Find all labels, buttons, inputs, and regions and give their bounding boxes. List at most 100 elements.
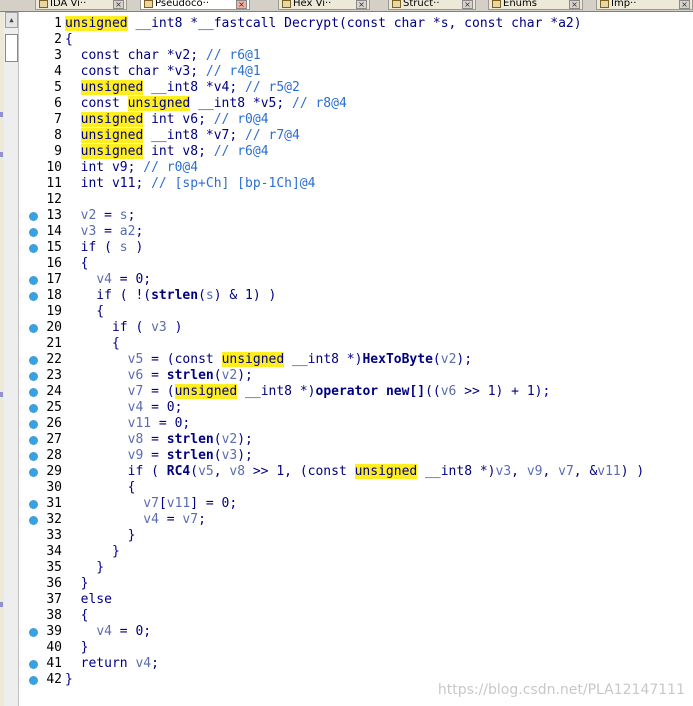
code-line[interactable]: 36 }: [20, 576, 693, 592]
code-line[interactable]: 5 unsigned __int8 *v4; // r5@2: [20, 80, 693, 96]
tab-hex-view[interactable]: Hex Vi·· ×: [278, 0, 370, 10]
code-line[interactable]: 4 const char *v3; // r4@1: [20, 64, 693, 80]
breakpoint-dot-icon[interactable]: [29, 660, 38, 669]
code-line[interactable]: 27 v8 = strlen(v2);: [20, 432, 693, 448]
tab-pseudocode[interactable]: Pseudoco·· ×: [140, 0, 250, 10]
code-line[interactable]: 15 if ( s ): [20, 240, 693, 256]
scroll-up-arrow-icon[interactable]: ▲: [5, 12, 18, 28]
code-line[interactable]: 35 }: [20, 560, 693, 576]
breakpoint-dot-icon[interactable]: [29, 436, 38, 445]
breakpoint-dot-icon[interactable]: [29, 356, 38, 365]
code-token: ((: [425, 384, 441, 399]
left-marker: [0, 112, 3, 117]
code-line[interactable]: 23 v6 = strlen(v2);: [20, 368, 693, 384]
breakpoint-dot-icon[interactable]: [29, 516, 38, 525]
breakpoint-dot-icon[interactable]: [29, 228, 38, 237]
close-icon[interactable]: ×: [236, 0, 247, 9]
code-token: s: [119, 240, 128, 255]
code-line[interactable]: 29 if ( RC4(v5, v8 >> 1, (const unsigned…: [20, 464, 693, 480]
code-line[interactable]: 18 if ( !(strlen(s) & 1) ): [20, 288, 693, 304]
code-token: v3: [151, 320, 167, 335]
code-comment: // r5@2: [245, 80, 300, 95]
code-text: if ( v3 ): [65, 320, 182, 336]
breakpoint-dot-icon[interactable]: [29, 212, 38, 221]
code-line[interactable]: 19 {: [20, 304, 693, 320]
code-line[interactable]: 26 v11 = 0;: [20, 416, 693, 432]
code-line[interactable]: 16 {: [20, 256, 693, 272]
tab-enums[interactable]: Enums ×: [488, 0, 583, 10]
code-token: strlen: [166, 448, 214, 463]
code-token: (: [213, 448, 222, 463]
code-line[interactable]: 10 int v9; // r0@4: [20, 160, 693, 176]
breakpoint-dot-icon[interactable]: [29, 324, 38, 333]
code-line[interactable]: 39 v4 = 0;: [20, 624, 693, 640]
tab-imports[interactable]: Imp·· ×: [596, 0, 693, 10]
close-icon[interactable]: ×: [569, 0, 580, 9]
code-line[interactable]: 1 unsigned __int8 *__fastcall Decrypt(con…: [20, 16, 693, 32]
code-line[interactable]: 24 v7 = (unsigned __int8 *)operator new[…: [20, 384, 693, 400]
code-line[interactable]: 17 v4 = 0;: [20, 272, 693, 288]
code-token: = 0;: [143, 400, 183, 415]
code-text: else: [65, 592, 112, 608]
code-line[interactable]: 14 v3 = a2;: [20, 224, 693, 240]
code-text: unsigned int v6; // r0@4: [65, 112, 269, 128]
breakpoint-dot-icon[interactable]: [29, 628, 38, 637]
code-token: (: [213, 432, 222, 447]
code-line[interactable]: 41 return v4;: [20, 656, 693, 672]
breakpoint-dot-icon[interactable]: [29, 292, 38, 301]
code-line[interactable]: 21 {: [20, 336, 693, 352]
code-line[interactable]: 30 {: [20, 480, 693, 496]
breakpoint-dot-icon[interactable]: [29, 244, 38, 253]
code-line[interactable]: 25 v4 = 0;: [20, 400, 693, 416]
code-line[interactable]: 20 if ( v3 ): [20, 320, 693, 336]
line-number: 17: [46, 272, 62, 287]
breakpoint-dot-icon[interactable]: [29, 388, 38, 397]
line-number: 42: [46, 672, 62, 687]
breakpoint-dot-icon[interactable]: [29, 468, 38, 477]
code-line[interactable]: 38 {: [20, 608, 693, 624]
code-line[interactable]: 12: [20, 192, 693, 208]
code-line[interactable]: 13 v2 = s;: [20, 208, 693, 224]
close-icon[interactable]: ×: [462, 0, 473, 9]
code-text: {: [65, 336, 120, 352]
breakpoint-dot-icon[interactable]: [29, 676, 38, 685]
code-line[interactable]: 2{: [20, 32, 693, 48]
code-line[interactable]: 11 int v11; // [sp+Ch] [bp-1Ch]@4: [20, 176, 693, 192]
code-token: v2: [440, 352, 457, 367]
close-icon[interactable]: ×: [356, 0, 367, 9]
breakpoint-dot-icon[interactable]: [29, 404, 38, 413]
code-line[interactable]: 7 unsigned int v6; // r0@4: [20, 112, 693, 128]
code-line[interactable]: 33 }: [20, 528, 693, 544]
breakpoint-dot-icon[interactable]: [29, 276, 38, 285]
code-text: unsigned __int8 *v4; // r5@2: [65, 80, 300, 96]
code-line[interactable]: 8 unsigned __int8 *v7; // r7@4: [20, 128, 693, 144]
code-token: if (: [65, 464, 167, 479]
breakpoint-dot-icon[interactable]: [29, 452, 38, 461]
code-line[interactable]: 28 v9 = strlen(v3);: [20, 448, 693, 464]
breakpoint-dot-icon[interactable]: [29, 372, 38, 381]
highlighted-token: unsigned: [65, 16, 128, 31]
code-line[interactable]: 3 const char *v2; // r6@1: [20, 48, 693, 64]
code-line[interactable]: 31 v7[v11] = 0;: [20, 496, 693, 512]
scrollbar-thumb[interactable]: [5, 34, 18, 62]
code-line[interactable]: 37 else: [20, 592, 693, 608]
pseudocode-view[interactable]: 1 unsigned __int8 *__fastcall Decrypt(con…: [20, 16, 693, 688]
code-token: =: [143, 368, 167, 383]
code-line[interactable]: 9 unsigned int v8; // r6@4: [20, 144, 693, 160]
code-line[interactable]: 32 v4 = v7;: [20, 512, 693, 528]
line-number: 18: [46, 288, 62, 303]
close-icon[interactable]: ×: [679, 0, 690, 9]
breakpoint-dot-icon[interactable]: [29, 420, 38, 429]
code-line[interactable]: 40 }: [20, 640, 693, 656]
close-icon[interactable]: ×: [113, 0, 124, 9]
tab-ida-view[interactable]: IDA Vi·· ×: [35, 0, 127, 10]
code-line[interactable]: 22 v5 = (const unsigned __int8 *)HexToBy…: [20, 352, 693, 368]
vertical-scrollbar[interactable]: ▲: [4, 12, 19, 706]
code-token: ) & 1) ): [213, 288, 277, 303]
code-line[interactable]: 6 const unsigned __int8 *v5; // r8@4: [20, 96, 693, 112]
code-line[interactable]: 34 }: [20, 544, 693, 560]
tab-structures[interactable]: Struct·· ×: [388, 0, 476, 10]
breakpoint-dot-icon[interactable]: [29, 500, 38, 509]
